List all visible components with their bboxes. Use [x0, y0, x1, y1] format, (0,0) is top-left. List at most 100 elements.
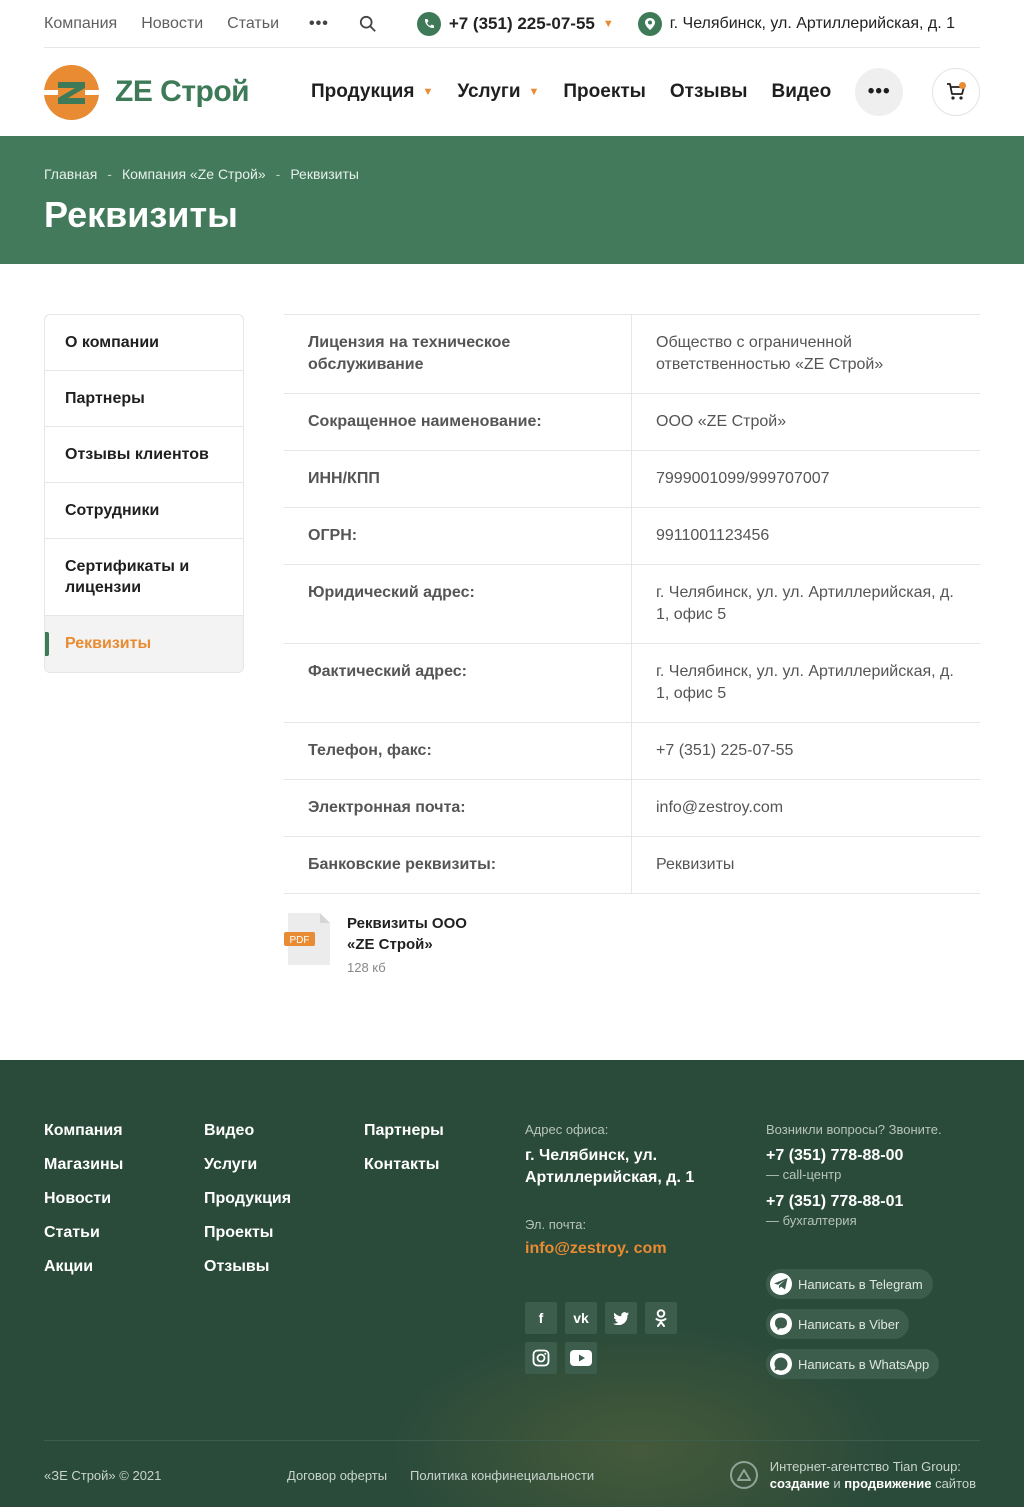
side-item-staff[interactable]: Сотрудники	[45, 483, 243, 539]
logo[interactable]: ZE Строй	[44, 64, 311, 120]
table-row: ОГРН: 9911001123456	[284, 508, 980, 565]
breadcrumb-home[interactable]: Главная	[44, 166, 97, 182]
footer-phone-1-note: — call-центр	[766, 1167, 842, 1182]
search-icon[interactable]	[359, 15, 377, 33]
nav-products[interactable]: Продукция ▼	[311, 81, 433, 103]
side-item-about[interactable]: О компании	[45, 315, 243, 371]
location-pin-icon	[637, 11, 662, 36]
top-bar: Компания Новости Статьи ••• +7 (351) 225…	[44, 0, 980, 48]
footer-link-articles[interactable]: Статьи	[44, 1224, 123, 1258]
top-phone[interactable]: +7 (351) 225-07-55 ▼	[416, 11, 614, 36]
pdf-file-icon: PDF	[284, 913, 332, 965]
footer-contacts: Возникли вопросы? Звоните. +7 (351) 778-…	[766, 1122, 996, 1228]
phone-icon	[416, 11, 441, 36]
top-phone-number: +7 (351) 225-07-55	[448, 13, 595, 33]
nav-video[interactable]: Видео	[772, 81, 832, 103]
footer-link-company[interactable]: Компания	[44, 1122, 123, 1156]
logo-text: ZE Строй	[115, 75, 250, 108]
file-name[interactable]: Реквизиты ООО «ZE Строй»	[347, 913, 497, 955]
agency-line-2: создание и продвижение сайтов	[769, 1476, 976, 1491]
footer-office: Адрес офиса: г. Челябинск, ул. Артиллери…	[525, 1122, 725, 1258]
footer-link-products[interactable]: Продукция	[204, 1190, 291, 1224]
table-row: Телефон, факс: +7 (351) 225-07-55	[284, 723, 980, 780]
requisites-table: Лицензия на техническое обслуживание Обще…	[284, 314, 980, 894]
footer-col-3: Партнеры Контакты	[364, 1122, 444, 1190]
office-label: Адрес офиса:	[525, 1122, 609, 1137]
side-item-reviews[interactable]: Отзывы клиентов	[45, 427, 243, 483]
table-row: Банковские реквизиты: Реквизиты	[284, 837, 980, 894]
facebook-icon[interactable]: f	[525, 1302, 557, 1334]
table-row: Лицензия на техническое обслуживание Обще…	[284, 315, 980, 394]
footer-col-2: Видео Услуги Продукция Проекты Отзывы	[204, 1122, 291, 1292]
telegram-button[interactable]: Написать в Telegram	[766, 1269, 933, 1299]
office-address: г. Челябинск, ул. Артиллерийская, д. 1	[525, 1147, 695, 1186]
whatsapp-button[interactable]: Написать в WhatsApp	[766, 1349, 940, 1379]
telegram-icon	[770, 1273, 792, 1295]
footer-col-1: Компания Магазины Новости Статьи Акции	[44, 1122, 123, 1292]
footer-link-video[interactable]: Видео	[204, 1122, 291, 1156]
file-download[interactable]: PDF Реквизиты ООО «ZE Строй» 128 кб	[284, 913, 497, 975]
nav-services[interactable]: Услуги ▼	[457, 81, 539, 103]
svg-text:PDF: PDF	[290, 935, 310, 946]
footer-link-news[interactable]: Новости	[44, 1190, 123, 1224]
email-label: Эл. почта:	[525, 1217, 587, 1232]
breadcrumb-company[interactable]: Компания «Ze Строй»	[122, 166, 266, 182]
page-banner: Главная - Компания «Ze Строй» - Реквизит…	[0, 136, 1024, 264]
chevron-down-icon: ▼	[602, 17, 614, 30]
top-address: г. Челябинск, ул. Артиллерийская, д. 1	[637, 11, 956, 36]
side-item-requisites[interactable]: Реквизиты	[45, 616, 243, 672]
cart-button[interactable]	[932, 68, 980, 116]
top-link-company[interactable]: Компания	[44, 15, 117, 33]
side-item-certificates[interactable]: Сертификаты и лицензии	[45, 539, 243, 616]
footer-link-reviews[interactable]: Отзывы	[204, 1258, 291, 1292]
instagram-icon[interactable]	[525, 1342, 557, 1374]
main-header: ZE Строй Продукция ▼ Услуги ▼ Проекты Отзы…	[44, 48, 980, 136]
top-more-icon[interactable]: •••	[309, 15, 329, 33]
copyright: «ЗЕ Строй» © 2021	[44, 1468, 162, 1483]
agency-credit[interactable]: Интернет-агентство Tian Group: создание …	[729, 1458, 976, 1492]
footer: Компания Магазины Новости Статьи Акции В…	[0, 1060, 1024, 1507]
chevron-down-icon: ▼	[422, 86, 434, 98]
odnoklassniki-icon[interactable]	[645, 1302, 677, 1334]
viber-button[interactable]: Написать в Viber	[766, 1309, 910, 1339]
breadcrumb-current: Реквизиты	[290, 166, 359, 182]
table-row: Фактический адрес: г. Челябинск, ул. ул. …	[284, 644, 980, 723]
whatsapp-icon	[770, 1353, 792, 1375]
footer-email[interactable]: info@zestroy. com	[525, 1240, 725, 1258]
viber-icon	[770, 1313, 792, 1335]
cart-badge	[959, 82, 966, 89]
footer-bottom: «ЗЕ Строй» © 2021 Договор оферты Политик…	[44, 1440, 980, 1491]
table-row: ИНН/КПП 7999001099/999707007	[284, 451, 980, 508]
footer-phone-1[interactable]: +7 (351) 778-88-00	[766, 1145, 996, 1167]
agency-logo-icon	[729, 1461, 758, 1489]
table-row: Сокращенное наименование: ООО «ZE Строй»	[284, 394, 980, 451]
nav-more-button[interactable]: •••	[855, 68, 904, 116]
logo-mark	[44, 64, 99, 120]
footer-link-shops[interactable]: Магазины	[44, 1156, 123, 1190]
file-size: 128 кб	[347, 960, 386, 975]
footer-phone-2[interactable]: +7 (351) 778-88-01	[766, 1191, 996, 1213]
top-link-news[interactable]: Новости	[141, 15, 203, 33]
footer-phone-2-note: — бухгалтерия	[766, 1213, 857, 1228]
nav-reviews[interactable]: Отзывы	[670, 81, 748, 103]
vk-icon[interactable]: vk	[565, 1302, 597, 1334]
footer-link-promos[interactable]: Акции	[44, 1258, 123, 1292]
nav-projects[interactable]: Проекты	[563, 81, 645, 103]
top-link-articles[interactable]: Статьи	[227, 15, 279, 33]
chevron-down-icon: ▼	[528, 86, 540, 98]
side-menu: О компании Партнеры Отзывы клиентов Сотр…	[44, 314, 244, 673]
footer-link-contacts[interactable]: Контакты	[364, 1156, 444, 1190]
side-item-partners[interactable]: Партнеры	[45, 371, 243, 427]
footer-link-partners[interactable]: Партнеры	[364, 1122, 444, 1156]
twitter-icon[interactable]	[605, 1302, 637, 1334]
offer-link[interactable]: Договор оферты	[287, 1468, 387, 1483]
questions-label: Возникли вопросы? Звоните.	[766, 1122, 942, 1137]
privacy-link[interactable]: Политика конфинециальности	[410, 1468, 594, 1483]
top-address-text: г. Челябинск, ул. Артиллерийская, д. 1	[669, 14, 956, 32]
agency-line-1: Интернет-агентство Tian Group:	[769, 1459, 961, 1474]
footer-link-services[interactable]: Услуги	[204, 1156, 291, 1190]
page-title: Реквизиты	[44, 194, 238, 235]
youtube-icon[interactable]	[565, 1342, 597, 1374]
table-row: Юридический адрес: г. Челябинск, ул. ул. …	[284, 565, 980, 644]
footer-link-projects[interactable]: Проекты	[204, 1224, 291, 1258]
